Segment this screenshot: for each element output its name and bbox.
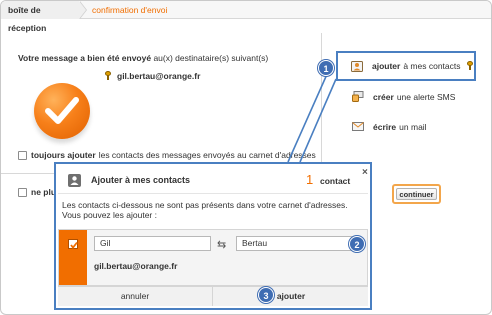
first-name-input[interactable]: Gil xyxy=(94,236,211,251)
success-check-icon xyxy=(34,83,90,139)
breadcrumb-inbox[interactable]: boîte de réception xyxy=(1,1,79,33)
add-to-contacts-bold: ajouter xyxy=(372,61,401,71)
create-sms-alert-bold: créer xyxy=(373,91,394,102)
contact-select-checkbox[interactable] xyxy=(68,239,78,249)
contact-count: 1 xyxy=(306,172,314,187)
dialog-title: Ajouter à mes contacts xyxy=(91,175,191,185)
callout-number-1: 1 xyxy=(318,60,334,76)
close-icon[interactable]: × xyxy=(362,167,368,178)
contact-select-strip xyxy=(59,230,87,285)
breadcrumb: boîte de réception confirmation d'envoi xyxy=(1,1,491,33)
callout-number-2: 2 xyxy=(349,236,365,252)
contact-count-label: contact xyxy=(320,176,351,186)
contact-entry: Gil ⇆ Bertau gil.bertau@orange.fr xyxy=(58,229,368,286)
dialog-header: Ajouter à mes contacts 1 contact × xyxy=(58,166,368,194)
continue-highlight: continuer xyxy=(392,184,441,204)
always-add-checkbox[interactable] xyxy=(18,150,27,160)
recipient-email: gil.bertau@orange.fr xyxy=(117,71,201,81)
breadcrumb-current: confirmation d'envoi xyxy=(92,5,168,15)
write-mail-bold: écrire xyxy=(373,121,397,132)
actions-panel: ajouter à mes contacts créer une alerte … xyxy=(321,33,491,173)
cancel-button[interactable]: annuler xyxy=(58,287,213,306)
dialog-footer: annuler ajouter xyxy=(58,286,368,306)
callout-number-3: 3 xyxy=(258,287,274,303)
add-contact-icon xyxy=(351,60,363,72)
last-name-input[interactable]: Bertau xyxy=(236,236,353,251)
always-add-option: toujours ajouter les contacts des messag… xyxy=(18,149,316,161)
dialog-description: Les contacts ci-dessous ne sont pas prés… xyxy=(62,200,348,220)
mail-icon xyxy=(352,121,364,132)
confirmation-page: boîte de réception confirmation d'envoi … xyxy=(0,0,492,315)
sent-confirmation-bold: Votre message a bien été envoyé xyxy=(18,53,152,63)
sent-confirmation-text: Votre message a bien été envoyé au(x) de… xyxy=(18,53,268,63)
contact-card-icon xyxy=(68,174,81,187)
write-mail-text: un mail xyxy=(399,121,427,132)
new-contact-key-icon xyxy=(105,71,111,80)
swap-names-icon[interactable]: ⇆ xyxy=(217,238,226,251)
always-add-bold: toujours ajouter xyxy=(31,150,96,160)
add-contacts-dialog: Ajouter à mes contacts 1 contact × Les c… xyxy=(54,162,372,310)
key-icon xyxy=(466,60,473,70)
write-mail-action[interactable]: écrire un mail xyxy=(352,121,427,132)
add-button[interactable]: ajouter xyxy=(214,287,368,306)
add-to-contacts-action[interactable]: ajouter à mes contacts xyxy=(336,51,476,81)
contact-email: gil.bertau@orange.fr xyxy=(94,261,178,271)
add-to-contacts-text: à mes contacts xyxy=(403,61,461,71)
create-sms-alert-text: une alerte SMS xyxy=(396,91,456,102)
continue-button[interactable]: continuer xyxy=(396,188,437,200)
create-sms-alert-action[interactable]: créer une alerte SMS xyxy=(352,91,455,102)
sent-confirmation-rest: au(x) destinataire(s) suivant(s) xyxy=(153,53,269,63)
no-more-checkbox[interactable] xyxy=(18,187,27,197)
always-add-text: les contacts des messages envoyés au car… xyxy=(98,150,316,160)
sms-icon xyxy=(352,91,364,102)
breadcrumb-separator xyxy=(79,1,86,19)
